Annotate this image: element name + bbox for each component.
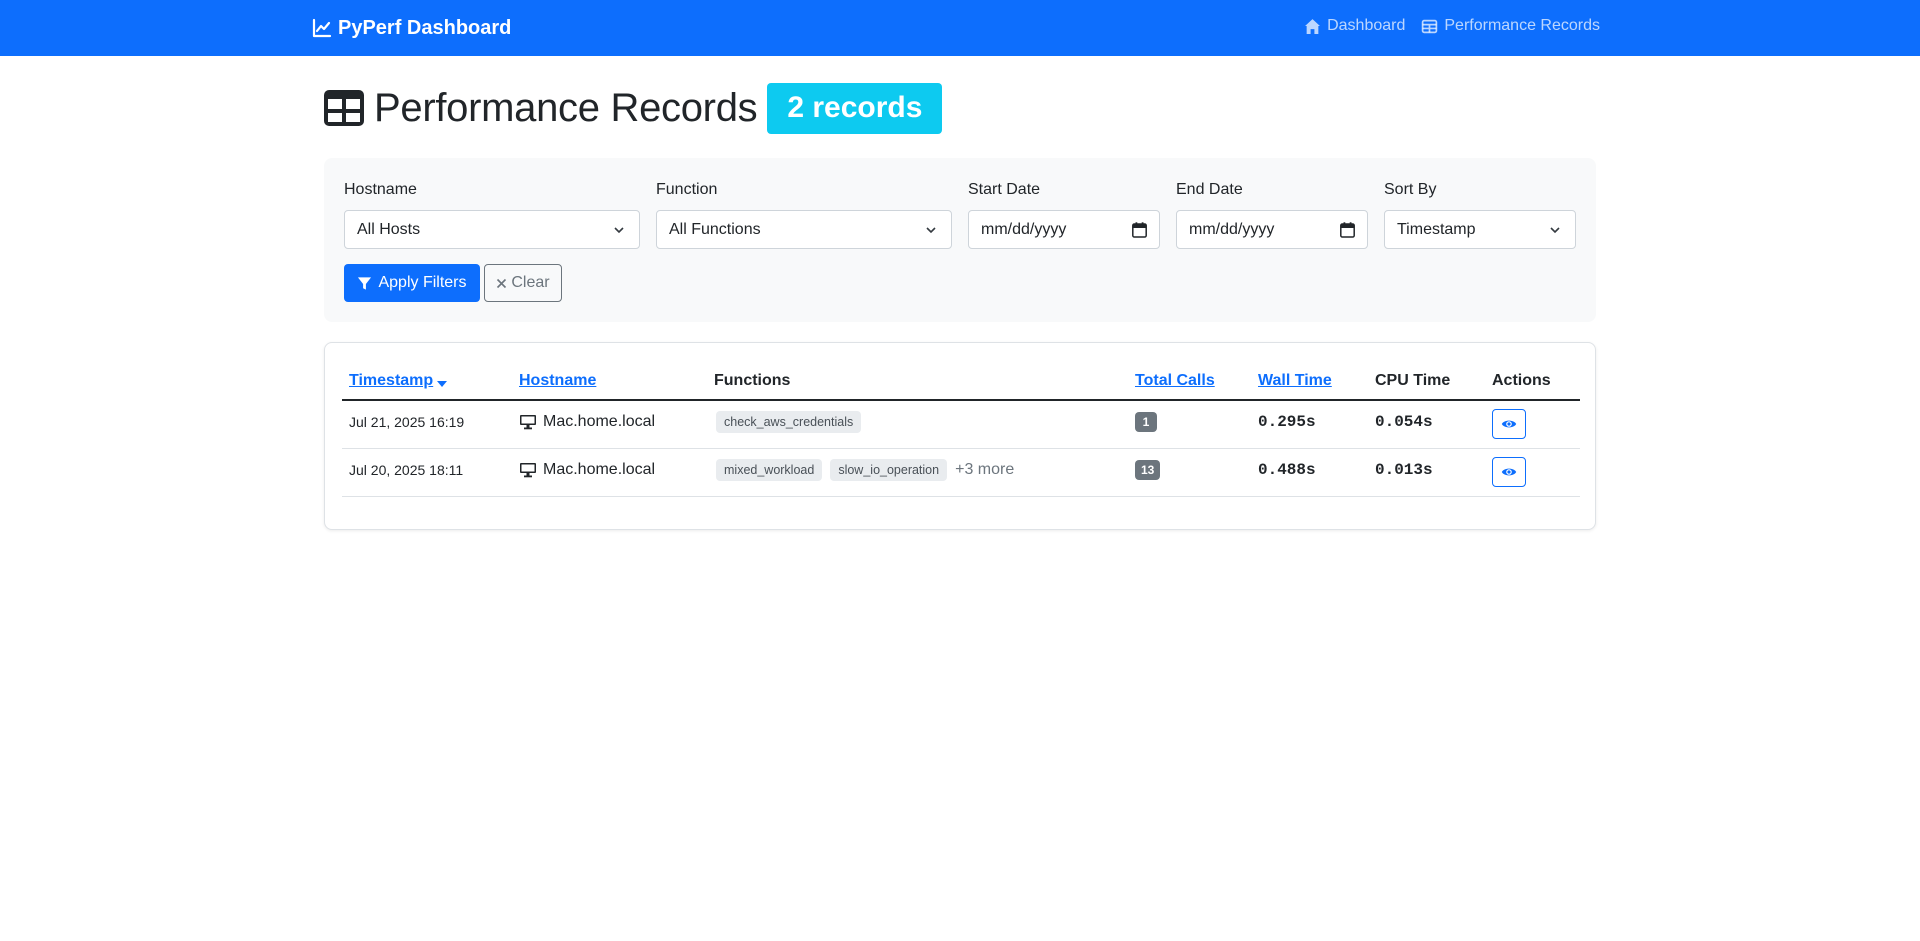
function-tag: mixed_workload [716,459,823,481]
function-filter-label: Function [656,181,718,198]
start-date-label: Start Date [968,181,1041,198]
brand-title: PyPerf Dashboard [338,16,512,39]
clear-filters-label: Clear [511,274,550,291]
chevron-down-icon [926,227,936,234]
row-2-wall-time: 0.488s [1258,461,1316,479]
chevron-down-icon [1550,227,1560,234]
table-icon [1422,19,1438,33]
start-date-placeholder: mm/dd/yyyy [981,220,1067,238]
total-calls-badge: 13 [1135,460,1161,480]
function-select[interactable]: All Functions [656,210,952,249]
row-1-total-calls: 1 [1135,409,1157,435]
start-date-input[interactable]: mm/dd/yyyy [968,210,1160,249]
end-date-filter-group: End Date [1176,180,1243,200]
filter-panel: Hostname All Hosts Function All Function… [324,158,1596,322]
column-header-total-calls[interactable]: Total Calls [1135,369,1215,393]
start-date-filter-group: Start Date [968,180,1040,200]
page-title: Performance Records [374,85,758,130]
sort-by-select-value: Timestamp [1397,220,1476,238]
sort-by-select[interactable]: Timestamp [1384,210,1576,249]
eye-icon [1501,420,1517,428]
row-1-functions: check_aws_credentials [716,409,869,435]
page-header: Performance Records 2 records [324,82,943,134]
row-1-hostname-label: Mac.home.local [543,413,656,430]
top-navbar: PyPerf Dashboard Dashboard Performance R… [0,0,1920,56]
hostname-select-value: All Hosts [357,220,421,238]
nav-links: Dashboard Performance Records [1304,17,1600,35]
row-2-cpu-time: 0.013s [1375,461,1433,479]
apply-filters-button[interactable]: Apply Filters [344,264,480,302]
row-2-total-calls: 13 [1135,457,1161,483]
sort-by-label: Sort By [1384,181,1437,198]
close-icon [497,278,507,288]
table-icon [324,90,364,126]
calendar-icon[interactable] [1132,222,1147,238]
row-1-hostname: Mac.home.local [519,409,655,435]
calendar-icon[interactable] [1340,222,1355,238]
column-header-timestamp[interactable]: Timestamp [349,369,448,393]
hostname-filter-label: Hostname [344,181,417,198]
end-date-label: End Date [1176,181,1243,198]
column-header-wall-time[interactable]: Wall Time [1258,369,1332,393]
records-table-card: Timestamp Hostname Functions Total Calls… [324,342,1596,530]
record-count-badge: 2 records [767,82,943,134]
row-1-cpu-time: 0.054s [1375,413,1433,431]
desktop-icon [520,415,536,430]
column-header-timestamp-label: Timestamp [349,372,434,389]
more-functions-label: +3 more [955,461,1015,478]
eye-icon [1501,468,1517,476]
row-1-actions [1492,408,1526,440]
view-record-button[interactable] [1492,457,1526,487]
row-1-timestamp: Jul 21, 2025 16:19 [349,414,465,430]
filter-icon [358,276,372,290]
clear-filters-button[interactable]: Clear [484,264,562,302]
function-filter-group: Function [656,180,717,200]
function-tag: slow_io_operation [830,459,948,481]
chart-line-icon [312,18,332,38]
total-calls-badge: 1 [1135,412,1157,432]
desktop-icon [520,463,536,478]
function-tag: check_aws_credentials [716,411,862,433]
house-icon [1305,18,1321,34]
row-2-hostname-label: Mac.home.local [543,461,656,478]
chevron-down-icon [614,227,624,234]
hostname-filter-group: Hostname [344,180,417,200]
nav-link-dashboard-label: Dashboard [1327,17,1406,34]
brand-link[interactable]: PyPerf Dashboard [312,15,511,41]
hostname-select[interactable]: All Hosts [344,210,640,249]
apply-filters-label: Apply Filters [378,274,467,291]
sort-desc-icon [437,380,448,387]
row-2-actions [1492,456,1526,488]
function-select-value: All Functions [669,220,761,238]
row-divider [342,448,1580,449]
column-header-actions: Actions [1492,372,1551,389]
row-2-timestamp: Jul 20, 2025 18:11 [349,462,464,478]
table-header-divider [342,399,1580,401]
nav-link-performance-records-label: Performance Records [1444,17,1600,34]
row-2-hostname: Mac.home.local [519,457,655,483]
view-record-button[interactable] [1492,409,1526,439]
end-date-placeholder: mm/dd/yyyy [1189,220,1275,238]
nav-link-performance-records[interactable]: Performance Records [1421,17,1600,35]
nav-link-dashboard[interactable]: Dashboard [1304,17,1405,35]
column-header-cpu-time: CPU Time [1375,372,1451,389]
row-2-functions: mixed_workload slow_io_operation +3 more [716,457,1014,483]
column-header-functions: Functions [714,372,791,389]
end-date-input[interactable]: mm/dd/yyyy [1176,210,1368,249]
row-divider [342,496,1580,497]
sort-by-filter-group: Sort By [1384,180,1436,200]
row-1-wall-time: 0.295s [1258,413,1316,431]
column-header-hostname[interactable]: Hostname [519,369,596,393]
